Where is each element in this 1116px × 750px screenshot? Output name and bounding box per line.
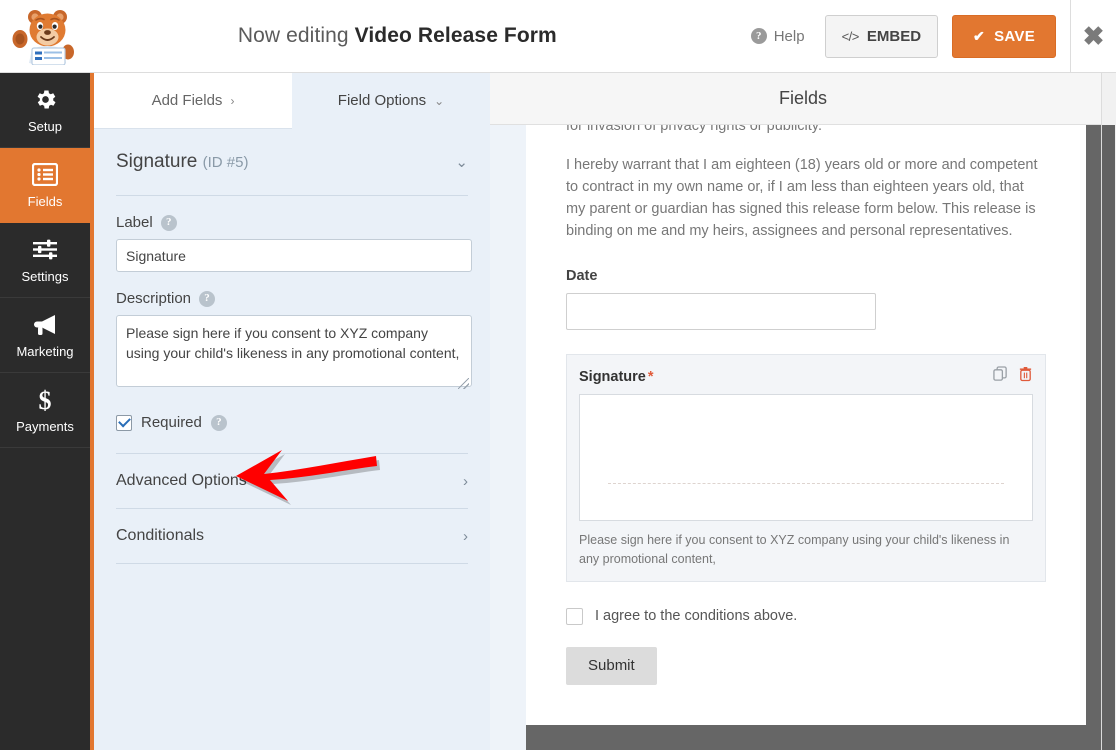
- label-option-text: Label: [116, 214, 153, 231]
- signature-field-block[interactable]: Signature * Please sign here if you conse…: [566, 354, 1046, 582]
- help-circle-icon: ?: [160, 214, 177, 231]
- tab-field-options-label: Field Options: [337, 92, 427, 109]
- form-preview-card: for invasion of privacy rights or public…: [526, 125, 1086, 725]
- description-textarea-wrapper: [116, 315, 472, 392]
- save-button[interactable]: ✔ SAVE: [952, 14, 1056, 58]
- embed-button[interactable]: </> EMBED: [824, 14, 939, 58]
- description-textarea[interactable]: [116, 315, 472, 387]
- dollar-icon: $: [36, 387, 54, 413]
- accordion-label: Conditionals: [116, 527, 205, 544]
- field-header-title: Signature (ID #5): [116, 151, 248, 173]
- gear-icon: [33, 87, 58, 113]
- required-asterisk: *: [647, 369, 654, 386]
- help-circle-icon: ?: [210, 414, 227, 431]
- trash-icon[interactable]: [1018, 366, 1033, 382]
- sidebar-item-payments[interactable]: $ Payments: [0, 373, 90, 448]
- agree-checkbox-label: I agree to the conditions above.: [595, 608, 798, 625]
- sidebar-item-label: Settings: [21, 268, 69, 284]
- main-sidebar: Setup Fields Settings Marketing $ Paymen…: [0, 73, 90, 750]
- fields-section-title: Fields: [778, 88, 827, 108]
- required-checkbox[interactable]: [116, 414, 132, 431]
- panel-body: Signature (ID #5) ⌄ Label ? Description …: [94, 129, 490, 564]
- submit-button[interactable]: Submit: [566, 646, 657, 685]
- embed-button-label: EMBED: [866, 27, 922, 45]
- form-preview-content: for invasion of privacy rights or public…: [526, 125, 1086, 685]
- help-circle-icon: ?: [750, 28, 767, 44]
- agree-checkbox[interactable]: [566, 607, 583, 625]
- preview-paragraph: for invasion of privacy rights or public…: [566, 125, 823, 134]
- tab-field-options[interactable]: Field Options ⌄: [292, 73, 490, 129]
- close-icon: ✖: [1082, 21, 1105, 51]
- sidebar-item-label: Marketing: [16, 343, 74, 359]
- copy-icon[interactable]: [993, 366, 1008, 382]
- label-option-label: Label ?: [116, 214, 468, 231]
- signature-field-label: Signature *: [579, 369, 1033, 385]
- field-id: (ID #5): [202, 154, 249, 171]
- description-option-label: Description ?: [116, 290, 468, 307]
- chevron-down-icon: ⌄: [455, 154, 468, 171]
- sidebar-item-fields[interactable]: Fields: [0, 148, 90, 223]
- date-field-input[interactable]: [566, 293, 876, 331]
- signature-label-text: Signature: [579, 369, 646, 386]
- help-circle-icon: ?: [199, 290, 216, 307]
- panel-tabs: Add Fields › Field Options ⌄: [94, 73, 490, 129]
- signature-field-description: Please sign here if you consent to XYZ c…: [579, 533, 1010, 566]
- sliders-icon: [32, 237, 58, 263]
- required-option-row: Required ?: [116, 392, 468, 454]
- agree-checkbox-row: I agree to the conditions above.: [566, 607, 1046, 625]
- wpforms-bear-logo-icon: [11, 7, 79, 65]
- page-title-lead: Now editing: [237, 24, 349, 47]
- list-icon: [32, 162, 58, 188]
- close-builder-button[interactable]: ✖: [1070, 0, 1116, 73]
- page-title-form-name: Video Release Form: [354, 24, 557, 47]
- code-brackets-icon: </>: [841, 28, 860, 44]
- preview-paragraph: I hereby warrant that I am eighteen (18)…: [566, 157, 1038, 240]
- sidebar-item-label: Fields: [27, 193, 63, 209]
- page-title: Now editing Video Release Form: [90, 24, 745, 48]
- date-field-label: Date: [566, 268, 598, 285]
- form-builder-app: Now editing Video Release Form ? Help </…: [0, 0, 1116, 750]
- sidebar-item-label: Payments: [16, 418, 74, 434]
- save-button-label: SAVE: [994, 27, 1035, 45]
- sidebar-item-setup[interactable]: Setup: [0, 73, 90, 148]
- field-hover-toolbar: [993, 366, 1033, 382]
- sidebar-item-label: Setup: [28, 118, 62, 134]
- tab-add-fields[interactable]: Add Fields ›: [94, 73, 292, 129]
- svg-text:$: $: [39, 387, 52, 413]
- sidebar-item-marketing[interactable]: Marketing: [0, 298, 90, 373]
- fields-section-bar: Fields: [490, 73, 1116, 125]
- accordion-advanced-options[interactable]: Advanced Options ›: [116, 454, 468, 509]
- signature-baseline: [608, 483, 1004, 485]
- megaphone-icon: [32, 312, 59, 338]
- required-label: Required: [141, 414, 202, 431]
- sidebar-item-settings[interactable]: Settings: [0, 223, 90, 298]
- label-input[interactable]: [116, 239, 472, 272]
- signature-canvas[interactable]: [579, 394, 1033, 522]
- logo-container: [0, 0, 90, 73]
- header-actions: ? Help </> EMBED ✔ SAVE: [745, 14, 1070, 58]
- app-header: Now editing Video Release Form ? Help </…: [0, 0, 1116, 73]
- chevron-right-icon: ›: [463, 527, 468, 545]
- field-name: Signature: [116, 151, 198, 172]
- tab-add-fields-label: Add Fields: [151, 92, 223, 109]
- help-button[interactable]: ? Help: [745, 27, 811, 46]
- field-header-signature[interactable]: Signature (ID #5) ⌄: [116, 151, 468, 196]
- field-options-panel: Add Fields › Field Options ⌄ Signature (…: [90, 73, 490, 750]
- accordion-conditionals[interactable]: Conditionals ›: [116, 509, 468, 564]
- preview-left-strip: [490, 125, 526, 750]
- help-button-label: Help: [773, 27, 805, 45]
- page-scrollbar-thumb[interactable]: [1102, 125, 1115, 750]
- chevron-right-icon: ›: [230, 93, 235, 108]
- chevron-right-icon: ›: [463, 472, 468, 490]
- checkmark-icon: ✔: [973, 27, 986, 44]
- accordion-label: Advanced Options: [116, 472, 247, 489]
- chevron-down-icon: ⌄: [434, 93, 445, 108]
- description-option-text: Description: [116, 290, 192, 307]
